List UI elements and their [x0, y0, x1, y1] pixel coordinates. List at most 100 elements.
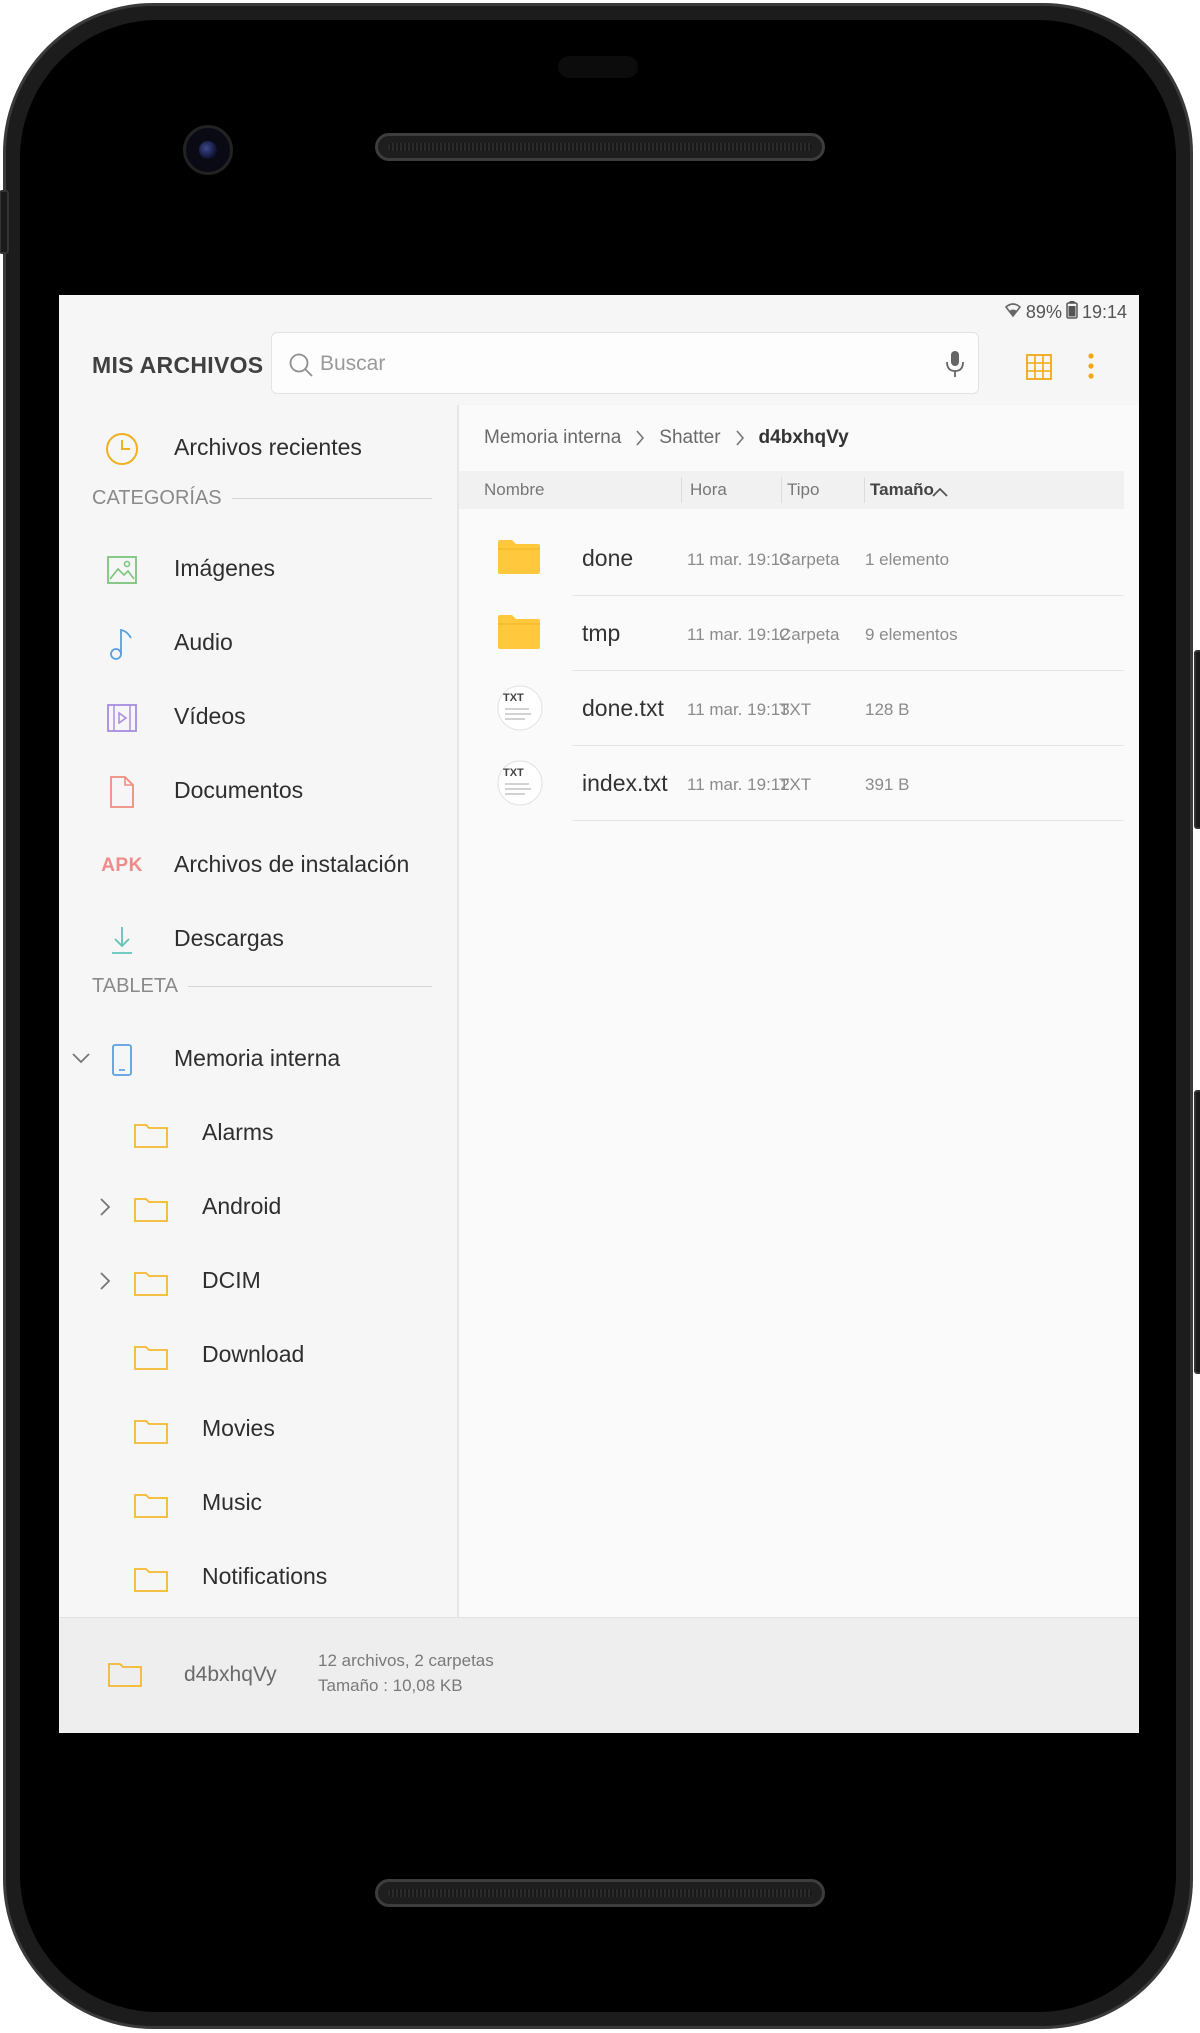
sidebar-item-videos[interactable]: Vídeos [59, 681, 457, 755]
row-divider [572, 820, 1124, 821]
file-type: TXT [779, 775, 812, 794]
file-name: index.txt [582, 770, 668, 796]
sidebar-item-label: Vídeos [174, 703, 246, 729]
chevron-right-icon[interactable] [99, 1197, 111, 1222]
tree-folder-label: Android [202, 1193, 282, 1219]
chevron-right-icon [735, 429, 745, 447]
tree-folder-alarms[interactable]: Alarms [59, 1097, 457, 1171]
folder-outline-icon [133, 1195, 169, 1228]
tree-folder-dcim[interactable]: DCIM [59, 1245, 457, 1319]
file-type: TXT [779, 700, 812, 719]
file-row[interactable]: TXT done.txt 11 mar. 19:13 TXT 128 B [459, 671, 1124, 746]
folder-outline-icon [133, 1417, 169, 1450]
file-name: done.txt [582, 695, 664, 721]
folder-icon [497, 539, 541, 580]
tree-folder-label: Alarms [202, 1119, 274, 1145]
sidebar-item-audio[interactable]: Audio [59, 607, 457, 681]
sidebar-item-images[interactable]: Imágenes [59, 533, 457, 607]
sidebar-item-label: Memoria interna [174, 1045, 341, 1071]
divider [231, 498, 432, 499]
folder-outline-icon [133, 1121, 169, 1154]
tablet-device-frame: 89% 19:14 MIS ARCHIVOS Buscar Archivos r… [0, 0, 1200, 2033]
sidebar-item-label: Descargas [174, 925, 284, 951]
file-type: Carpeta [779, 625, 840, 644]
column-time[interactable]: Hora [690, 480, 727, 500]
tree-folder-android[interactable]: Android [59, 1171, 457, 1245]
more-options-icon[interactable] [1087, 352, 1095, 385]
categories-title: CATEGORÍAS [92, 487, 222, 509]
microphone-icon[interactable] [944, 349, 966, 384]
folder-contents-count: 12 archivos, 2 carpetas [318, 1651, 494, 1670]
file-row[interactable]: TXT index.txt 11 mar. 19:12 TXT 391 B [459, 746, 1124, 821]
tree-folder-label: Download [202, 1341, 305, 1367]
sidebar-item-label: Archivos de instalación [174, 851, 410, 877]
folder-icon [497, 614, 541, 655]
search-icon [288, 352, 314, 383]
sidebar-item-label: Imágenes [174, 555, 276, 581]
sidebar-item-recent[interactable]: Archivos recientes [59, 412, 457, 486]
wifi-icon [1004, 302, 1022, 323]
tablet-icon [104, 1042, 140, 1078]
tree-folder-music[interactable]: Music [59, 1467, 457, 1541]
sidebar-item-label: Archivos recientes [174, 434, 362, 460]
chevron-right-icon[interactable] [99, 1271, 111, 1296]
battery-icon [1066, 301, 1078, 324]
file-type: Carpeta [779, 550, 840, 569]
battery-percent: 89% [1025, 302, 1062, 322]
power-button [1194, 650, 1200, 829]
apk-icon: APK [101, 855, 143, 876]
tree-folder-label: Music [202, 1489, 263, 1515]
column-type[interactable]: Tipo [787, 480, 819, 500]
tablet-title: TABLETA [92, 975, 178, 997]
file-time: 11 mar. 19:12 [687, 625, 790, 644]
sidebar-item-label: Documentos [174, 777, 304, 803]
file-size: 9 elementos [865, 625, 958, 644]
search-field[interactable]: Buscar [271, 332, 979, 394]
column-divider [864, 477, 865, 503]
app-title: MIS ARCHIVOS [92, 352, 264, 378]
breadcrumb-current: d4bxhqVy [758, 427, 849, 448]
file-name: tmp [582, 620, 621, 646]
search-placeholder: Buscar [320, 352, 386, 375]
image-icon [104, 552, 140, 588]
tree-folder-label: Notifications [202, 1563, 328, 1589]
breadcrumb-item[interactable]: Memoria interna [484, 427, 621, 449]
file-size: 1 elemento [865, 550, 950, 569]
sort-ascending-icon[interactable] [931, 483, 949, 503]
file-row[interactable]: tmp 11 mar. 19:12 Carpeta 9 elementos [459, 596, 1124, 671]
file-row[interactable]: done 11 mar. 19:13 Carpeta 1 elemento [459, 521, 1124, 596]
breadcrumb-item[interactable]: Shatter [659, 427, 720, 449]
column-header: Nombre Hora Tipo Tamaño [459, 471, 1124, 509]
sidebar-item-installers[interactable]: APK Archivos de instalación [59, 829, 457, 903]
file-time: 11 mar. 19:13 [687, 550, 790, 569]
file-size: 128 B [865, 700, 910, 719]
column-size[interactable]: Tamaño [870, 480, 934, 500]
front-camera [183, 125, 233, 175]
txt-file-icon: TXT [497, 760, 543, 811]
bottom-speaker [375, 1879, 825, 1907]
status-bar: 89% 19:14 [59, 295, 1139, 327]
download-icon [104, 922, 140, 958]
folder-outline-icon [107, 1660, 143, 1693]
music-note-icon [104, 626, 140, 662]
column-divider [781, 477, 782, 503]
volume-button [1194, 1090, 1200, 1374]
sidebar-item-documents[interactable]: Documentos [59, 755, 457, 829]
document-icon [104, 774, 140, 810]
breadcrumb: Memoria interna Shatter d4bxhqVy [484, 427, 849, 449]
sidebar: Archivos recientes CATEGORÍAS Imágenes A… [59, 405, 459, 1617]
folder-outline-icon [133, 1565, 169, 1598]
grid-view-icon[interactable] [1026, 354, 1052, 385]
folder-outline-icon [133, 1491, 169, 1524]
folder-outline-icon [133, 1343, 169, 1376]
column-name[interactable]: Nombre [484, 480, 544, 500]
tree-folder-movies[interactable]: Movies [59, 1393, 457, 1467]
tree-folder-notifications[interactable]: Notifications [59, 1541, 457, 1615]
txt-badge: TXT [503, 692, 524, 704]
chevron-down-icon[interactable] [71, 1051, 91, 1070]
sidebar-item-downloads[interactable]: Descargas [59, 903, 457, 977]
tree-folder-download[interactable]: Download [59, 1319, 457, 1393]
sidebar-item-internal-storage[interactable]: Memoria interna [59, 1023, 457, 1097]
file-name: done [582, 545, 634, 571]
screen: 89% 19:14 MIS ARCHIVOS Buscar Archivos r… [59, 295, 1139, 1733]
